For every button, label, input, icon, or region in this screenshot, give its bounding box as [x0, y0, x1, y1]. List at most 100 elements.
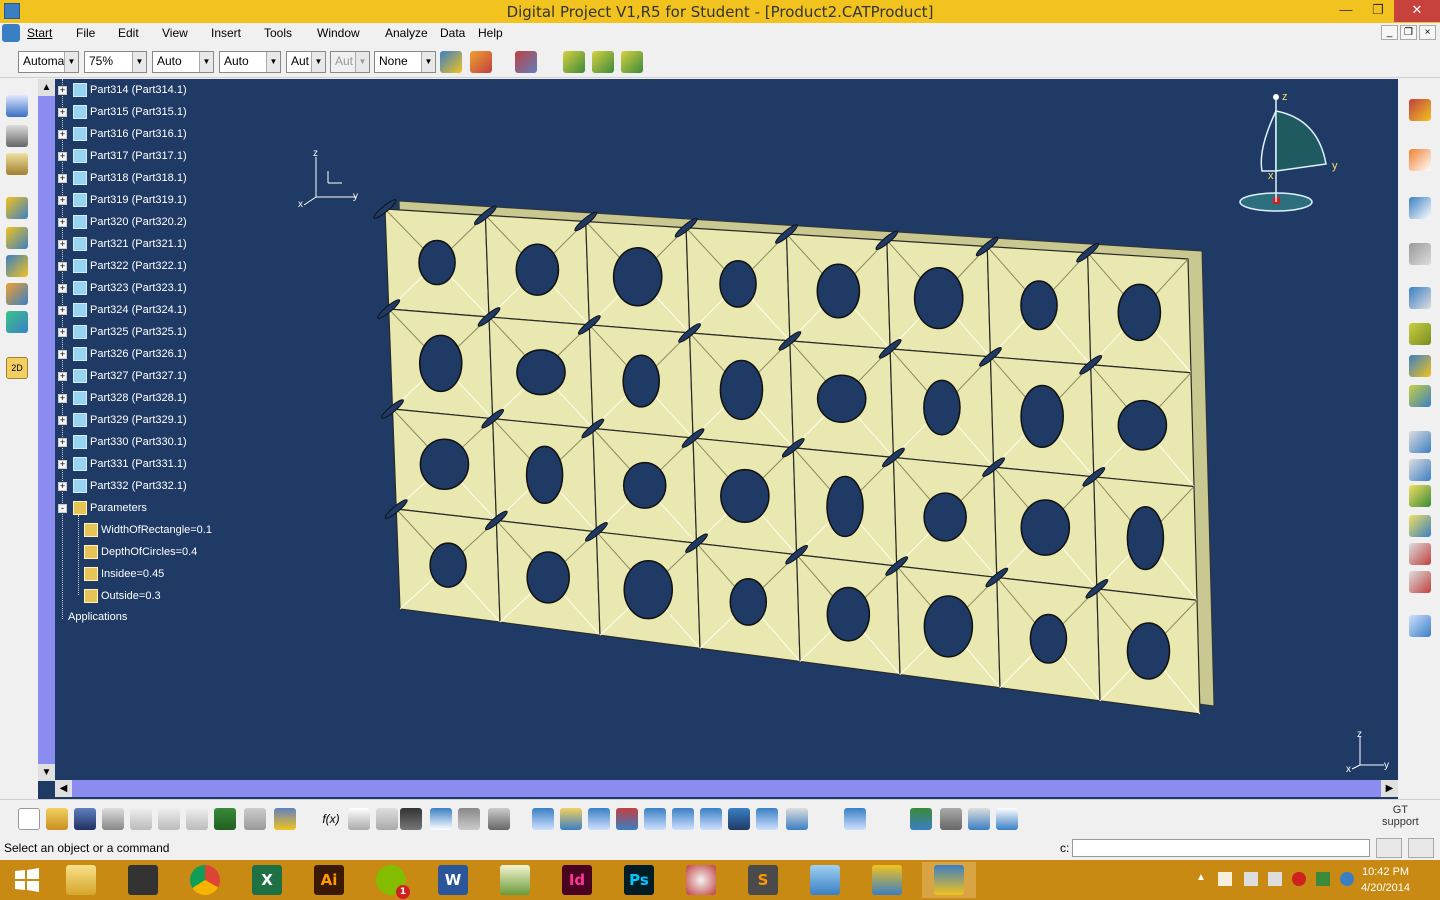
multi-view-icon[interactable]	[728, 808, 750, 830]
new-icon[interactable]	[18, 808, 40, 830]
tree-node-parameter[interactable]: WidthOfRectangle=0.1	[84, 523, 212, 537]
tree-node-part[interactable]: + Part331 (Part331.1)	[58, 457, 187, 471]
offset-icon[interactable]	[1409, 385, 1431, 407]
tree-node-part[interactable]: + Part322 (Part322.1)	[58, 259, 187, 273]
tree-node-part[interactable]: + Part326 (Part326.1)	[58, 347, 187, 361]
tree-node-part[interactable]: + Part328 (Part328.1)	[58, 391, 187, 405]
eraser-icon[interactable]	[1409, 615, 1431, 637]
expand-icon[interactable]: +	[58, 349, 67, 359]
print-icon[interactable]	[102, 808, 124, 830]
expand-icon[interactable]: +	[58, 217, 67, 227]
insert-part-icon[interactable]	[621, 51, 643, 73]
catalog-icon[interactable]	[1409, 485, 1431, 507]
taskbar-excel[interactable]: X	[240, 862, 294, 898]
cut-icon[interactable]	[130, 808, 152, 830]
layer-combo[interactable]: None ▼	[374, 51, 436, 73]
tree-node-part[interactable]: + Part314 (Part314.1)	[58, 83, 187, 97]
scroll-up-button[interactable]: ▲	[38, 79, 55, 96]
measure-inertia-icon[interactable]	[6, 153, 28, 175]
scene-icon[interactable]	[1409, 571, 1431, 593]
whats-this-icon[interactable]	[274, 808, 296, 830]
tree-node-part[interactable]: + Part325 (Part325.1)	[58, 325, 187, 339]
tree-node-part[interactable]: + Part321 (Part321.1)	[58, 237, 187, 251]
expand-icon[interactable]: +	[58, 85, 67, 95]
point-symbol-combo[interactable]: Aut ▼	[286, 51, 326, 73]
collapse-icon[interactable]: -	[58, 503, 67, 513]
expand-icon[interactable]: +	[58, 371, 67, 381]
save-icon[interactable]	[74, 808, 96, 830]
tray-app-icon[interactable]	[1244, 872, 1258, 886]
start-button[interactable]	[0, 862, 54, 898]
menu-insert[interactable]: Insert	[211, 26, 241, 40]
coincidence-icon[interactable]	[1409, 323, 1431, 345]
menu-tools[interactable]: Tools	[264, 26, 292, 40]
export-icon[interactable]	[1409, 515, 1431, 537]
menu-help[interactable]: Help	[478, 26, 503, 40]
expand-icon[interactable]: +	[58, 481, 67, 491]
insert-component-icon[interactable]	[563, 51, 585, 73]
command-list-button[interactable]	[1376, 838, 1402, 858]
taskbar-inkscape[interactable]	[116, 862, 170, 898]
tree-node-part[interactable]: + Part330 (Part330.1)	[58, 435, 187, 449]
command-stop-button[interactable]	[1408, 838, 1434, 858]
taskbar-catia-1[interactable]	[860, 862, 914, 898]
menu-start[interactable]: Start	[27, 26, 52, 40]
close-button[interactable]: ✕	[1394, 0, 1440, 22]
paste-icon[interactable]	[186, 808, 208, 830]
snap-icon[interactable]	[6, 197, 28, 219]
fly-icon[interactable]	[532, 808, 554, 830]
taskbar-indesign[interactable]: Id	[550, 862, 604, 898]
taskbar-photo-viewer[interactable]	[798, 862, 852, 898]
transparency-combo[interactable]: 75% ▼	[84, 51, 147, 73]
table-icon[interactable]	[400, 808, 422, 830]
linetype-combo[interactable]: Auto ▼	[219, 51, 281, 73]
taskbar-word[interactable]: W	[426, 862, 480, 898]
fit-all-icon[interactable]	[560, 808, 582, 830]
vertical-scrollbar[interactable]: ▲ ▼	[38, 79, 55, 781]
menu-view[interactable]: View	[162, 26, 188, 40]
expand-icon[interactable]: +	[58, 261, 67, 271]
tray-app2-icon[interactable]	[1268, 872, 1282, 886]
expand-icon[interactable]: +	[58, 173, 67, 183]
taskbar-photoshop[interactable]: Ps	[612, 862, 666, 898]
menu-edit[interactable]: Edit	[118, 26, 139, 40]
expand-icon[interactable]: +	[58, 305, 67, 315]
formula-icon[interactable]: f(x)	[320, 808, 342, 830]
taskbar-sublime[interactable]: S	[736, 862, 790, 898]
tray-expand-icon[interactable]: ▲	[1196, 872, 1210, 886]
doc-restore-button[interactable]: ❐	[1400, 25, 1417, 40]
tree-node-part[interactable]: + Part315 (Part315.1)	[58, 105, 187, 119]
normal-view-icon[interactable]	[700, 808, 722, 830]
tree-node-part[interactable]: + Part316 (Part316.1)	[58, 127, 187, 141]
insert-product-icon[interactable]	[592, 51, 614, 73]
expand-icon[interactable]: +	[58, 437, 67, 447]
2d-icon[interactable]: 2D	[6, 357, 28, 379]
bill-of-material-icon[interactable]	[1409, 431, 1431, 453]
zoom-in-icon[interactable]	[644, 808, 666, 830]
lattice-model[interactable]	[38, 79, 1398, 799]
iso-view-icon[interactable]	[756, 808, 778, 830]
scroll-right-button[interactable]: ▶	[1381, 780, 1398, 797]
expand-icon[interactable]: +	[58, 195, 67, 205]
catalog-browser-icon[interactable]	[515, 51, 537, 73]
expand-icon[interactable]: +	[58, 151, 67, 161]
knowledge-icon[interactable]	[376, 808, 398, 830]
tree-node-applications[interactable]: Applications	[68, 611, 127, 623]
fix-icon[interactable]	[6, 311, 28, 333]
reorder-icon[interactable]	[488, 808, 510, 830]
tree-node-parameter[interactable]: Outside=0.3	[84, 589, 161, 603]
taskbar-illustrator[interactable]: Ai	[302, 862, 356, 898]
expand-icon[interactable]: +	[58, 129, 67, 139]
taskbar-file-explorer[interactable]	[54, 862, 108, 898]
restore-button[interactable]: ❐	[1362, 0, 1394, 22]
tree-node-part[interactable]: + Part319 (Part319.1)	[58, 193, 187, 207]
horizontal-scrollbar[interactable]: ◀ ▶	[55, 780, 1398, 797]
color-combo[interactable]: Automa ▼	[18, 51, 79, 73]
expand-icon[interactable]: +	[58, 283, 67, 293]
tree-node-part[interactable]: + Part323 (Part323.1)	[58, 281, 187, 295]
taskbar-spotify[interactable]: 1	[364, 862, 418, 899]
document-icon[interactable]	[1409, 459, 1431, 481]
pan-icon[interactable]	[588, 808, 610, 830]
manipulate-icon[interactable]	[6, 227, 28, 249]
line-thickness-combo[interactable]: Auto ▼	[152, 51, 214, 73]
